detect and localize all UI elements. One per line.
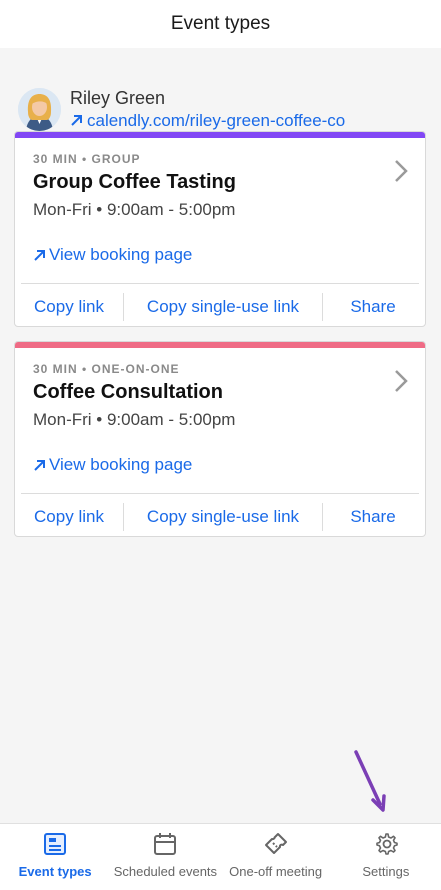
external-arrow-icon	[71, 115, 82, 126]
tab-scheduled-events[interactable]: Scheduled events	[110, 824, 220, 890]
tab-label: Event types	[18, 864, 92, 879]
annotation-arrow-icon	[354, 750, 386, 812]
event-card[interactable]: 30 MIN • GROUP Group Coffee Tasting Mon-…	[14, 131, 426, 327]
tab-settings[interactable]: Settings	[331, 824, 441, 890]
chevron-right-icon[interactable]	[393, 158, 409, 184]
profile-link[interactable]: calendly.com/riley-green-coffee-co	[70, 111, 345, 131]
tab-label: Settings	[362, 864, 410, 879]
profile-name: Riley Green	[70, 87, 166, 108]
card-title: Coffee Consultation	[33, 381, 223, 403]
view-booking-page-link[interactable]: View booking page	[33, 453, 407, 477]
event-types-icon	[44, 833, 67, 855]
card-schedule: Mon-Fri • 9:00am - 5:00pm	[33, 410, 236, 429]
tab-one-off-meeting[interactable]: One-off meeting	[221, 824, 331, 890]
card-schedule: Mon-Fri • 9:00am - 5:00pm	[33, 200, 236, 219]
tab-label: One-off meeting	[229, 864, 323, 879]
top-bar: Event types	[0, 0, 441, 48]
tab-label: Scheduled events	[113, 864, 218, 879]
page-title: Event types	[170, 13, 271, 34]
external-arrow-icon	[34, 249, 45, 261]
card-actions: Copy link Copy single-use link Share	[15, 284, 425, 326]
gear-icon	[376, 833, 398, 855]
chevron-right-icon[interactable]	[393, 368, 409, 394]
copy-link-button[interactable]: Copy link	[15, 507, 123, 527]
profile-link-text[interactable]: calendly.com/riley-green-coffee-co	[87, 111, 345, 131]
view-booking-page-label[interactable]: View booking page	[49, 245, 192, 265]
view-booking-page-label[interactable]: View booking page	[49, 455, 192, 475]
card-title: Group Coffee Tasting	[33, 171, 236, 193]
card-actions: Copy link Copy single-use link Share	[15, 494, 425, 536]
copy-single-use-link-button[interactable]: Copy single-use link	[124, 507, 322, 527]
card-meta: 30 MIN • ONE-ON-ONE	[33, 362, 180, 376]
bottom-tab-bar: Event types Scheduled events One-off mee…	[0, 823, 441, 890]
tab-event-types[interactable]: Event types	[0, 824, 110, 890]
ticket-icon	[264, 833, 287, 854]
copy-link-button[interactable]: Copy link	[15, 297, 123, 317]
copy-single-use-link-button[interactable]: Copy single-use link	[124, 297, 322, 317]
share-button[interactable]: Share	[323, 297, 423, 317]
card-meta: 30 MIN • GROUP	[33, 152, 141, 166]
share-button[interactable]: Share	[323, 507, 423, 527]
avatar	[18, 87, 61, 131]
view-booking-page-link[interactable]: View booking page	[33, 243, 407, 267]
event-card[interactable]: 30 MIN • ONE-ON-ONE Coffee Consultation …	[14, 341, 426, 537]
calendar-icon	[154, 833, 177, 855]
external-arrow-icon	[34, 459, 45, 471]
